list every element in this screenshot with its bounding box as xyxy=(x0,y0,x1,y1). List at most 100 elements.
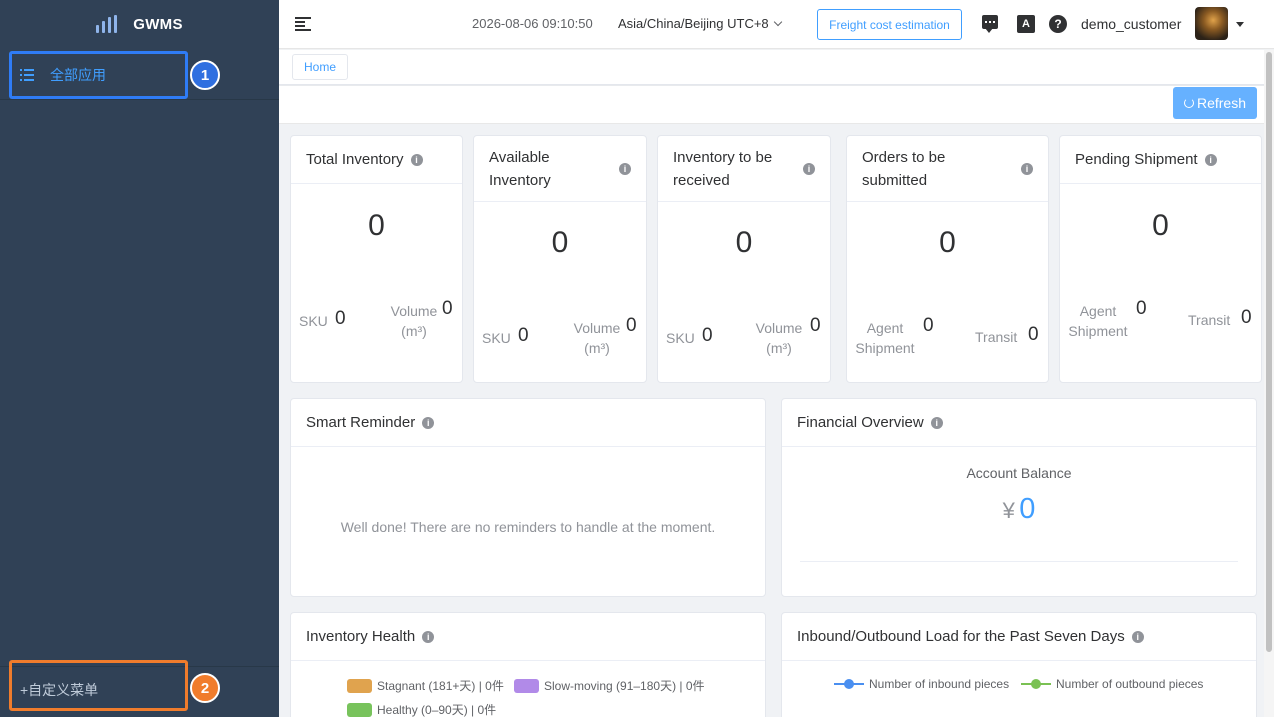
volume-value: 0 xyxy=(810,315,821,336)
gwms-logo-icon xyxy=(96,15,118,33)
info-icon[interactable]: i xyxy=(1131,630,1144,643)
card-header: Total Inventory i xyxy=(291,136,462,184)
card-header: Pending Shipment i xyxy=(1060,136,1261,184)
agent-shipment-value: 0 xyxy=(1136,298,1147,319)
card-header: Financial Overview i xyxy=(782,399,1256,447)
legend-label: Number of inbound pieces xyxy=(869,677,1010,691)
sku-label: SKU xyxy=(299,313,328,329)
stat-card-total-inventory: Total Inventory i 0 SKU 0 Volume (m³) 0 xyxy=(290,135,463,383)
legend-item-stagnant[interactable]: Stagnant (181+天) | 0件 xyxy=(347,677,504,694)
legend-label: Slow-moving (91–180天) | 0件 xyxy=(544,679,705,693)
card-title: Available Inventory xyxy=(489,148,551,189)
sidebar: GWMS 全部应用 +自定义菜单 xyxy=(0,0,279,717)
inbound-outbound-load-panel: Inbound/Outbound Load for the Past Seven… xyxy=(781,612,1257,717)
divider xyxy=(0,99,279,100)
card-header: Smart Reminder i xyxy=(291,399,765,447)
legend-swatch xyxy=(347,702,372,717)
card-title: Inventory to be received xyxy=(673,148,773,189)
avatar[interactable] xyxy=(1195,7,1228,40)
info-icon[interactable]: i xyxy=(619,162,631,175)
agent-shipment-value: 0 xyxy=(923,315,934,336)
caret-down-icon[interactable] xyxy=(1236,22,1244,27)
content-toolbar: Refresh xyxy=(279,86,1264,124)
financial-overview-panel: Financial Overview i Account Balance ¥ 0 xyxy=(781,398,1257,597)
currency-symbol: ¥ xyxy=(1002,498,1015,523)
card-title: Financial Overview xyxy=(797,414,924,431)
info-icon[interactable]: i xyxy=(1204,153,1217,166)
card-title: Inventory Health xyxy=(306,628,416,645)
legend-swatch xyxy=(514,678,539,693)
legend-label: Number of outbound pieces xyxy=(1056,677,1204,691)
info-icon[interactable]: i xyxy=(1021,162,1033,175)
info-icon[interactable]: i xyxy=(422,630,435,643)
volume-label: Volume (m³) xyxy=(390,303,438,339)
stat-value: 0 xyxy=(735,226,753,259)
account-balance: ¥ 0 xyxy=(782,493,1256,526)
help-icon[interactable]: ? xyxy=(1049,15,1067,33)
step-badge-1: 1 xyxy=(190,60,220,90)
card-header: Inbound/Outbound Load for the Past Seven… xyxy=(782,613,1256,661)
volume-value: 0 xyxy=(626,315,637,336)
account-balance-label: Account Balance xyxy=(966,465,1072,481)
message-icon[interactable] xyxy=(982,15,998,33)
sku-value: 0 xyxy=(518,325,529,346)
refresh-button[interactable]: Refresh xyxy=(1173,87,1257,119)
card-title: Pending Shipment xyxy=(1075,151,1198,168)
menu-fold-icon[interactable] xyxy=(295,17,311,31)
legend-line-swatch xyxy=(1021,679,1051,689)
brand-name: GWMS xyxy=(133,15,183,33)
volume-label: Volume (m³) xyxy=(755,320,803,356)
info-icon[interactable]: i xyxy=(930,416,943,429)
step-badge-2: 2 xyxy=(190,673,220,703)
brand[interactable]: GWMS xyxy=(0,0,279,48)
inventory-health-panel: Inventory Health i Stagnant (181+天) | 0件… xyxy=(290,612,766,717)
info-icon[interactable]: i xyxy=(422,416,435,429)
info-icon[interactable]: i xyxy=(410,153,423,166)
timezone-label: Asia/China/Beijing UTC+8 xyxy=(618,16,769,31)
stat-card-pending-shipment: Pending Shipment i 0 Agent Shipment 0 Tr… xyxy=(1059,135,1262,383)
legend-swatch xyxy=(347,678,372,693)
card-title: Orders to be submitted xyxy=(862,148,946,189)
volume-label: Volume (m³) xyxy=(573,320,621,356)
info-icon[interactable]: i xyxy=(803,162,815,175)
timezone-select[interactable]: Asia/China/Beijing UTC+8 xyxy=(618,16,782,31)
card-title: Total Inventory xyxy=(306,151,404,168)
legend-item-outbound[interactable]: Number of outbound pieces xyxy=(1021,677,1203,691)
chevron-down-icon xyxy=(773,17,782,27)
sku-label: SKU xyxy=(666,330,695,346)
transit-value: 0 xyxy=(1241,307,1252,328)
legend-item-inbound[interactable]: Number of inbound pieces xyxy=(834,677,1009,691)
stat-value: 0 xyxy=(1152,209,1169,242)
card-title: Smart Reminder xyxy=(306,414,416,431)
stat-value: 0 xyxy=(939,226,956,259)
smart-reminder-panel: Smart Reminder i Well done! There are no… xyxy=(290,398,766,597)
scrollbar-thumb[interactable] xyxy=(1266,52,1272,652)
sku-label: SKU xyxy=(482,330,511,346)
sku-value: 0 xyxy=(335,308,346,329)
highlight-box-2 xyxy=(9,660,188,711)
card-header: Inventory to be received i xyxy=(658,136,830,202)
refresh-label: Refresh xyxy=(1196,95,1247,111)
freight-cost-estimation-button[interactable]: Freight cost estimation xyxy=(817,9,962,40)
refresh-icon xyxy=(1183,98,1194,108)
agent-shipment-label: Agent Shipment xyxy=(1068,303,1128,339)
legend-item-healthy[interactable]: Healthy (0–90天) | 0件 xyxy=(347,701,496,717)
account-balance-value: 0 xyxy=(1019,493,1036,525)
card-header: Inventory Health i xyxy=(291,613,765,661)
scrollbar[interactable] xyxy=(1264,50,1274,717)
volume-value: 0 xyxy=(442,298,453,319)
transit-value: 0 xyxy=(1028,324,1039,345)
transit-label: Transit xyxy=(1188,312,1231,328)
tab-home[interactable]: Home xyxy=(292,54,349,80)
card-header: Available Inventory i xyxy=(474,136,646,202)
stat-value: 0 xyxy=(368,209,385,242)
stat-card-orders-to-submit: Orders to be submitted i 0 Agent Shipmen… xyxy=(846,135,1049,383)
legend-label: Stagnant (181+天) | 0件 xyxy=(377,679,504,693)
stat-card-inventory-to-receive: Inventory to be received i 0 SKU 0 Volum… xyxy=(657,135,831,383)
card-header: Orders to be submitted i xyxy=(847,136,1048,202)
legend-item-slow-moving[interactable]: Slow-moving (91–180天) | 0件 xyxy=(514,677,705,694)
language-icon[interactable]: A xyxy=(1017,15,1035,33)
agent-shipment-label: Agent Shipment xyxy=(855,320,915,356)
username[interactable]: demo_customer xyxy=(1081,16,1181,32)
stat-card-available-inventory: Available Inventory i 0 SKU 0 Volume (m³… xyxy=(473,135,647,383)
